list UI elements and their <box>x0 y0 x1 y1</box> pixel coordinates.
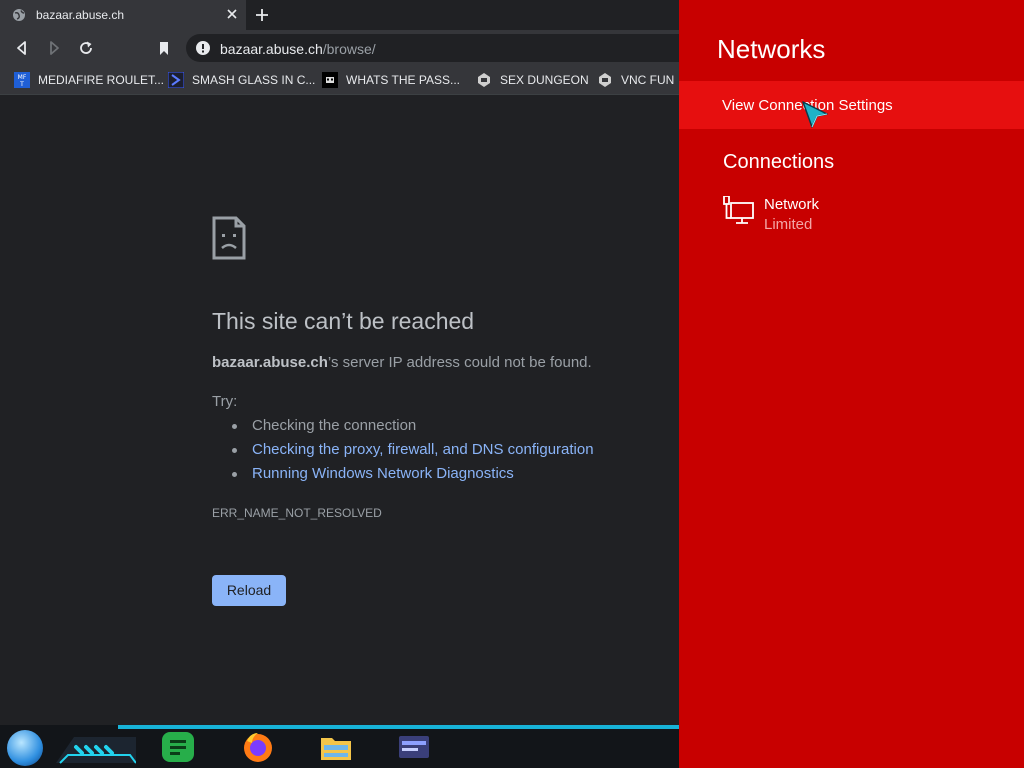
game-icon <box>599 73 611 87</box>
network-status: Limited <box>764 216 813 233</box>
url-host: bazaar.abuse.ch <box>220 41 323 57</box>
networks-panel: Networks View Connection Settings Connec… <box>679 0 1024 768</box>
bookmarks-bar: MF T MEDIAFIRE ROULET... SMASH GLASS IN C… <box>0 66 679 95</box>
mouse-cursor-icon <box>802 101 828 128</box>
robot-icon <box>322 72 338 88</box>
bookmark-label: VNC FUN <box>621 73 675 87</box>
tab-active[interactable]: bazaar.abuse.ch <box>0 0 246 30</box>
bullet <box>232 472 237 477</box>
browser-toolbar: bazaar.abuse.ch/browse/ <box>0 30 679 66</box>
bookmark-label: SMASH GLASS IN C... <box>192 73 316 87</box>
tab-title: bazaar.abuse.ch <box>36 8 125 22</box>
taskbar <box>0 725 679 768</box>
svg-text:T: T <box>19 81 24 88</box>
forward-icon[interactable] <box>45 39 63 57</box>
url-text: bazaar.abuse.ch/browse/ <box>220 41 376 57</box>
taskbar-decoration <box>56 737 136 764</box>
close-icon[interactable] <box>224 6 240 22</box>
error-title: This site can’t be reached <box>212 308 475 334</box>
browser-window: bazaar.abuse.ch bazaar.abuse.ch/browse/ … <box>0 0 679 768</box>
error-description: bazaar.abuse.ch’s server IP address coul… <box>212 354 592 371</box>
info-icon[interactable] <box>196 41 210 55</box>
reload-button[interactable]: Reload <box>212 575 286 606</box>
bookmark-icon[interactable] <box>155 39 173 57</box>
back-icon[interactable] <box>13 39 31 57</box>
suggestion-text: Checking the connection <box>252 417 417 434</box>
panel-title: Networks <box>717 34 826 64</box>
suggestion-text[interactable]: Running Windows Network Diagnostics <box>252 465 514 482</box>
notes-app-icon[interactable] <box>160 729 196 765</box>
bullet <box>232 424 237 429</box>
error-page: This site can’t be reached bazaar.abuse.… <box>0 95 679 725</box>
view-connection-settings-button[interactable]: View Connection Settings <box>679 81 1024 129</box>
reload-icon[interactable] <box>77 39 95 57</box>
sad-document-icon <box>212 216 246 260</box>
svg-text:MF: MF <box>18 74 27 81</box>
file-explorer-icon[interactable] <box>318 729 354 765</box>
bookmark-label: SEX DUNGEON <box>500 73 589 87</box>
firefox-icon[interactable] <box>240 729 276 765</box>
suggestion-text[interactable]: Checking the proxy, firewall, and DNS co… <box>252 441 594 458</box>
window-app-icon[interactable] <box>396 729 432 765</box>
chevron-icon <box>168 72 184 88</box>
address-bar[interactable]: bazaar.abuse.ch/browse/ <box>186 34 679 62</box>
network-name[interactable]: Network <box>764 196 819 213</box>
try-label: Try: <box>212 393 238 410</box>
connections-heading: Connections <box>723 151 835 173</box>
error-message: ’s server IP address could not be found. <box>327 354 592 371</box>
globe-icon <box>13 9 25 21</box>
tab-strip: bazaar.abuse.ch <box>0 0 679 30</box>
bookmark-label: WHATS THE PASS... <box>346 73 461 87</box>
game-icon <box>478 73 490 87</box>
bullet <box>232 448 237 453</box>
error-code: ERR_NAME_NOT_RESOLVED <box>212 506 382 520</box>
bookmark-label: MEDIAFIRE ROULET... <box>38 73 165 87</box>
url-path: /browse/ <box>322 41 376 57</box>
wired-network-icon[interactable] <box>723 196 755 226</box>
error-host: bazaar.abuse.ch <box>212 354 328 371</box>
start-orb-icon[interactable] <box>7 730 43 766</box>
new-tab-icon[interactable] <box>253 6 271 24</box>
mediafire-icon: MFT <box>14 72 30 88</box>
